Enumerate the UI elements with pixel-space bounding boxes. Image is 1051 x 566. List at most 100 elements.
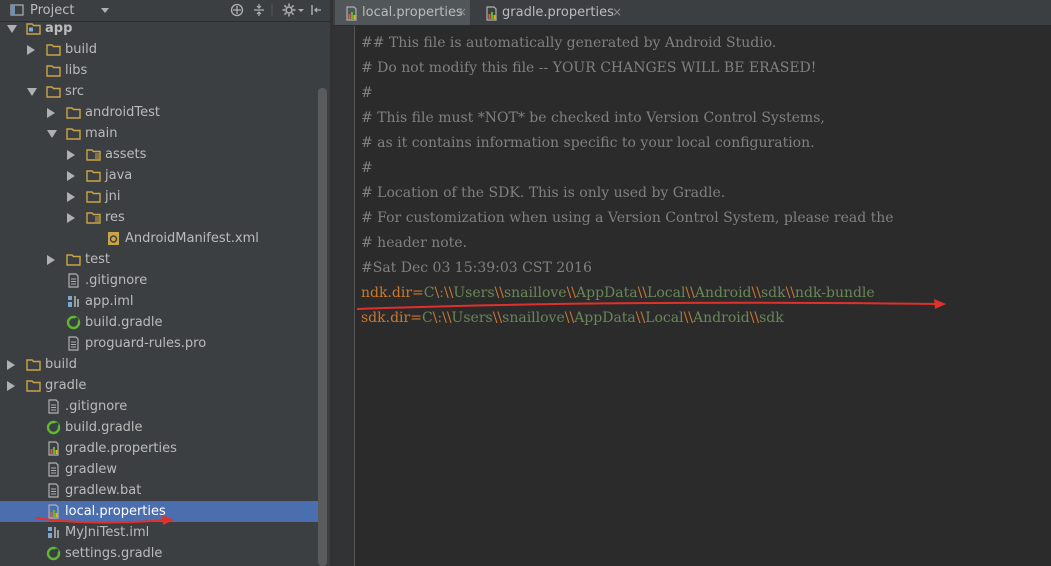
tree-item-label: main xyxy=(85,126,118,141)
tree-item-androidmanifest-xml[interactable]: AndroidManifest.xml xyxy=(0,228,318,249)
tab-label: gradle.properties xyxy=(502,5,614,20)
tree-item-label: MyJniTest.iml xyxy=(65,525,150,540)
tree-item-build-gradle[interactable]: build.gradle xyxy=(0,417,318,438)
scroll-from-source-icon[interactable] xyxy=(230,3,244,19)
iml-file-icon xyxy=(66,294,81,309)
tree-item-label: app xyxy=(45,22,73,36)
folder-icon xyxy=(66,252,81,267)
tree-item-assets[interactable]: assets xyxy=(0,144,318,165)
tree-item-java[interactable]: java xyxy=(0,165,318,186)
tree-item-gradlew-bat[interactable]: gradlew.bat xyxy=(0,480,318,501)
properties-file-icon xyxy=(46,504,61,519)
tree-item-main[interactable]: main xyxy=(0,123,318,144)
tree-item-label: proguard-rules.pro xyxy=(85,336,207,351)
text-file-icon xyxy=(66,273,81,288)
module-folder-icon xyxy=(26,22,41,36)
tree-item-label: build.gradle xyxy=(85,315,163,330)
collapse-arrow-icon[interactable] xyxy=(47,108,55,118)
expand-arrow-icon[interactable] xyxy=(47,130,57,138)
tree-item-label: gradle.properties xyxy=(65,441,177,456)
comment-line: # For customization when using a Version… xyxy=(361,210,894,226)
tab-local-properties[interactable]: local.properties × xyxy=(335,0,470,25)
tree-item-proguard-rules-pro[interactable]: proguard-rules.pro xyxy=(0,333,318,354)
tree-item-label: test xyxy=(85,252,110,267)
collapse-all-icon[interactable] xyxy=(252,3,266,19)
tree-item-gitignore[interactable]: .gitignore xyxy=(0,396,318,417)
expand-arrow-icon[interactable] xyxy=(27,88,37,96)
tree-item-build[interactable]: build xyxy=(0,354,318,375)
view-dropdown-icon[interactable] xyxy=(100,3,110,19)
tree-item-label: java xyxy=(105,168,133,183)
tree-item-label: build xyxy=(65,42,97,57)
text-file-icon xyxy=(46,483,61,498)
comment-line: # xyxy=(361,160,373,176)
tree-item-settings-gradle[interactable]: settings.gradle xyxy=(0,543,318,564)
properties-file-icon xyxy=(46,441,61,456)
project-panel: Project app build libs src androidTest main as… xyxy=(0,0,330,566)
tree-item-label: app.iml xyxy=(85,294,134,309)
folder-icon xyxy=(86,189,101,204)
resource-folder-icon xyxy=(86,147,101,162)
collapse-arrow-icon[interactable] xyxy=(67,150,75,160)
project-tree: app build libs src androidTest main assets java… xyxy=(0,22,318,566)
collapse-arrow-icon[interactable] xyxy=(67,171,75,181)
close-icon[interactable]: × xyxy=(612,0,622,25)
collapse-arrow-icon[interactable] xyxy=(7,360,15,370)
tree-item-gradle[interactable]: gradle xyxy=(0,375,318,396)
tree-item-label: .gitignore xyxy=(65,399,128,414)
collapse-arrow-icon[interactable] xyxy=(27,45,35,55)
tree-item-libs[interactable]: libs xyxy=(0,60,318,81)
comment-line: # Location of the SDK. This is only used… xyxy=(361,185,726,201)
scrollbar[interactable] xyxy=(318,88,327,566)
tree-item-label: libs xyxy=(65,63,88,78)
tree-item-label: src xyxy=(65,84,84,99)
folder-icon xyxy=(26,378,41,393)
tree-item-gradlew[interactable]: gradlew xyxy=(0,459,318,480)
project-view-label[interactable]: Project xyxy=(30,3,74,19)
property-line: ndk.dir=C\:\\Users\\snaillove\\AppData\\… xyxy=(361,285,875,301)
iml-file-icon xyxy=(46,525,61,540)
gear-icon[interactable] xyxy=(282,3,296,19)
divider-line xyxy=(270,3,274,19)
project-view-icon[interactable] xyxy=(10,3,24,19)
collapse-arrow-icon[interactable] xyxy=(67,213,75,223)
collapse-arrow-icon[interactable] xyxy=(47,255,55,265)
folder-icon xyxy=(46,84,61,99)
tree-item-label: androidTest xyxy=(85,105,160,120)
project-panel-header: Project xyxy=(0,0,330,22)
folder-icon xyxy=(26,357,41,372)
tree-item-app-iml[interactable]: app.iml xyxy=(0,291,318,312)
tree-item-build[interactable]: build xyxy=(0,39,318,60)
tree-item-res[interactable]: res xyxy=(0,207,318,228)
comment-line: # header note. xyxy=(361,235,468,251)
tree-item-src[interactable]: src xyxy=(0,81,318,102)
collapse-arrow-icon[interactable] xyxy=(67,192,75,202)
expand-arrow-icon[interactable] xyxy=(7,25,17,33)
tree-item-gitignore[interactable]: .gitignore xyxy=(0,270,318,291)
editor-tab-bar: local.properties × gradle.properties × xyxy=(333,0,1051,26)
tree-item-androidtest[interactable]: androidTest xyxy=(0,102,318,123)
folder-icon xyxy=(66,126,81,141)
comment-line: # This file must *NOT* be checked into V… xyxy=(361,110,825,126)
close-icon[interactable]: × xyxy=(457,0,467,25)
text-file-icon xyxy=(66,336,81,351)
tree-item-build-gradle[interactable]: build.gradle xyxy=(0,312,318,333)
code-editor[interactable]: ## This file is automatically generated … xyxy=(355,26,1051,566)
tree-item-myjnitest-iml[interactable]: MyJniTest.iml xyxy=(0,522,318,543)
collapse-arrow-icon[interactable] xyxy=(7,381,15,391)
folder-icon xyxy=(66,105,81,120)
settings-dropdown-icon[interactable] xyxy=(297,3,305,19)
tree-item-label: local.properties xyxy=(65,504,166,519)
resource-folder-icon xyxy=(86,210,101,225)
hide-panel-icon[interactable] xyxy=(310,3,322,19)
tab-gradle-properties[interactable]: gradle.properties × xyxy=(475,0,625,25)
tree-item-local-properties[interactable]: local.properties xyxy=(0,501,318,522)
tree-item-test[interactable]: test xyxy=(0,249,318,270)
manifest-file-icon xyxy=(106,231,121,246)
folder-icon xyxy=(46,42,61,57)
tree-item-gradle-properties[interactable]: gradle.properties xyxy=(0,438,318,459)
tree-item-app[interactable]: app xyxy=(0,22,318,39)
tree-item-jni[interactable]: jni xyxy=(0,186,318,207)
tree-item-label: gradlew xyxy=(65,462,118,477)
tab-label: local.properties xyxy=(362,5,463,20)
